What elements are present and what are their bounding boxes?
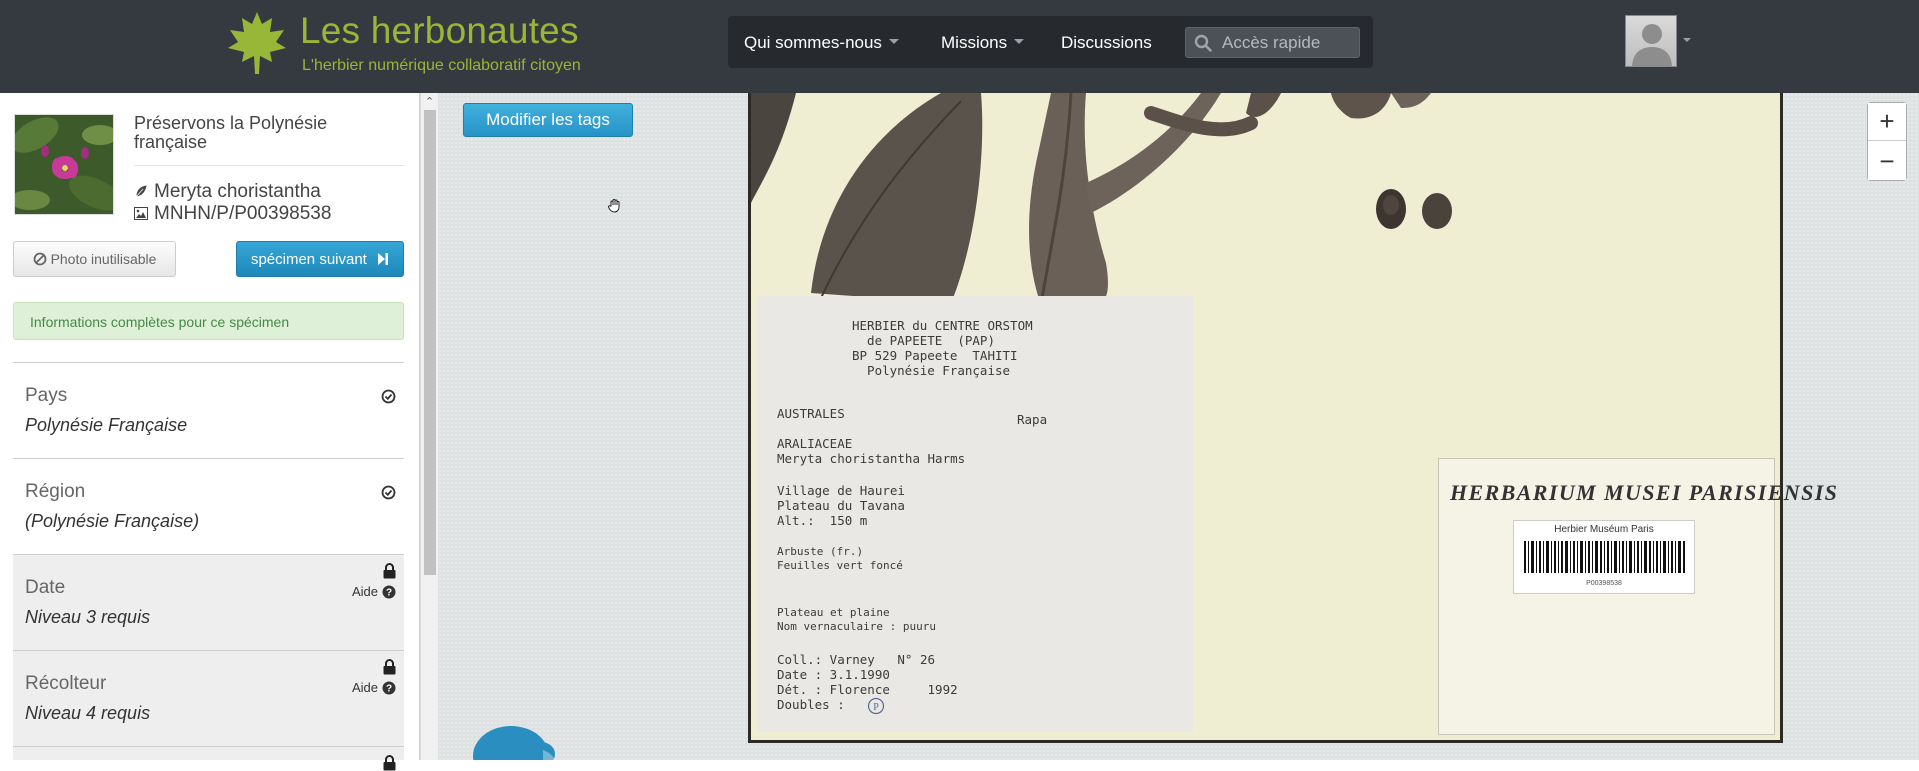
field-region[interactable]: Région (Polynésie Française): [13, 458, 404, 554]
field-label: Pays: [25, 385, 68, 406]
label-habit: Arbuste (fr.) Feuilles vert foncé: [777, 545, 903, 572]
svg-text:P: P: [873, 702, 879, 713]
help-label: Aide: [351, 680, 378, 695]
menu-label: Missions: [941, 33, 1008, 52]
menu-label: Qui sommes-nous: [744, 33, 882, 52]
field-label: Région: [25, 481, 86, 502]
field-value: Polynésie Française: [25, 415, 188, 435]
chevron-down-icon: [1014, 39, 1025, 45]
barcode: [1524, 541, 1685, 573]
step-forward-icon: [378, 252, 389, 265]
barcode-number: P00398538: [1586, 580, 1622, 587]
brand-subtitle: L'herbier numérique collaboratif citoyen: [302, 57, 581, 74]
label-region-left: AUSTRALES: [777, 406, 845, 421]
svg-text:?: ?: [386, 684, 392, 695]
help-link[interactable]: Aide?: [352, 680, 396, 695]
search-input[interactable]: [1222, 33, 1357, 53]
label-region-right: Rapa: [1017, 412, 1048, 427]
divider: [134, 165, 404, 166]
picture-icon: [134, 207, 148, 220]
species-name-line[interactable]: Meryta choristantha: [134, 181, 321, 203]
search-icon: [1194, 34, 1212, 52]
species-name: Meryta choristantha: [154, 181, 321, 202]
question-circle-icon: ?: [382, 681, 396, 695]
chevron-down-icon: [888, 39, 899, 45]
menu-label: Discussions: [1061, 33, 1152, 52]
mission-thumbnail[interactable]: [14, 114, 114, 215]
help-link[interactable]: Aide?: [352, 584, 396, 599]
menu-discussions[interactable]: Discussions: [1061, 33, 1152, 53]
field-recolteur[interactable]: Récolteur Aide? Niveau 4 requis: [13, 650, 404, 746]
leaf-icon: [135, 184, 148, 198]
field-value: Niveau 3 requis: [25, 607, 151, 627]
next-specimen-button[interactable]: spécimen suivant: [236, 241, 404, 277]
stamp-circle: P: [867, 697, 885, 715]
brand-title[interactable]: Les herbonautes: [300, 10, 579, 52]
label-locality: Village de Haurei Plateau du Tavana Alt.…: [777, 483, 905, 528]
help-label: Aide: [351, 584, 378, 599]
label-family: ARALIACEAE Meryta choristantha Harms: [777, 436, 966, 466]
menu-qui-sommes-nous[interactable]: Qui sommes-nous: [744, 33, 899, 53]
scroll-up-arrow-icon[interactable]: ⌃: [425, 95, 434, 108]
field-value: (Polynésie Française): [25, 511, 200, 531]
mission-title[interactable]: Préservons la Polynésie française: [134, 114, 404, 152]
next-specimen-label: spécimen suivant: [250, 250, 367, 268]
lock-icon: [383, 755, 396, 771]
svg-text:?: ?: [386, 588, 392, 599]
check-circle-icon: [381, 485, 396, 500]
hand-cursor-icon: [608, 199, 620, 213]
menu-missions[interactable]: Missions: [941, 33, 1025, 53]
question-circle-icon: ?: [382, 585, 396, 599]
zoom-out-button[interactable]: −: [1868, 142, 1906, 180]
lock-icon: [383, 659, 396, 675]
user-icon: [1632, 24, 1672, 66]
specimen-code: MNHN/P/P00398538: [154, 203, 332, 224]
field-date[interactable]: Date Aide? Niveau 3 requis: [13, 554, 404, 650]
label-header: HERBIER du CENTRE ORSTOM de PAPEETE (PAP…: [852, 318, 1033, 378]
label-notes: Plateau et plaine Nom vernaculaire : puu…: [777, 606, 936, 633]
check-circle-icon: [381, 389, 396, 404]
herbarium-title: HERBARIUM MUSEI PARISIENSIS: [1450, 480, 1839, 505]
ban-icon: [33, 252, 46, 266]
field-label: Récolteur: [25, 673, 107, 694]
field-value: Niveau 4 requis: [25, 703, 151, 723]
complete-info-alert: Informations complètes pour ce spécimen: [13, 302, 404, 340]
modify-tags-button[interactable]: Modifier les tags: [463, 103, 633, 137]
quick-search: [1185, 27, 1360, 58]
main-menu: Qui sommes-nous Missions Discussions: [728, 16, 1373, 68]
zoom-in-button[interactable]: +: [1868, 103, 1906, 141]
sidebar-scrollbar[interactable]: ⌃: [420, 93, 438, 760]
specimen-code-line[interactable]: MNHN/P/P00398538: [134, 203, 331, 225]
barcode-title: Herbier Muséum Paris: [1554, 524, 1654, 535]
chat-bubble-icon[interactable]: [473, 714, 563, 760]
chevron-down-icon[interactable]: [1683, 38, 1691, 42]
top-navbar: Les herbonautes L'herbier numérique coll…: [0, 0, 1919, 93]
avatar[interactable]: [1625, 15, 1677, 67]
scroll-thumb[interactable]: [424, 110, 436, 575]
photo-unusable-button[interactable]: Photo inutilisable: [13, 241, 176, 277]
field-label: Date: [25, 577, 66, 598]
zoom-controls: + −: [1867, 102, 1907, 181]
photo-unusable-label: Photo inutilisable: [50, 251, 157, 267]
field-next-locked[interactable]: [13, 746, 404, 771]
field-pays[interactable]: Pays Polynésie Française: [13, 362, 404, 458]
lock-icon: [383, 563, 396, 579]
maple-leaf-logo-icon[interactable]: [226, 10, 288, 76]
